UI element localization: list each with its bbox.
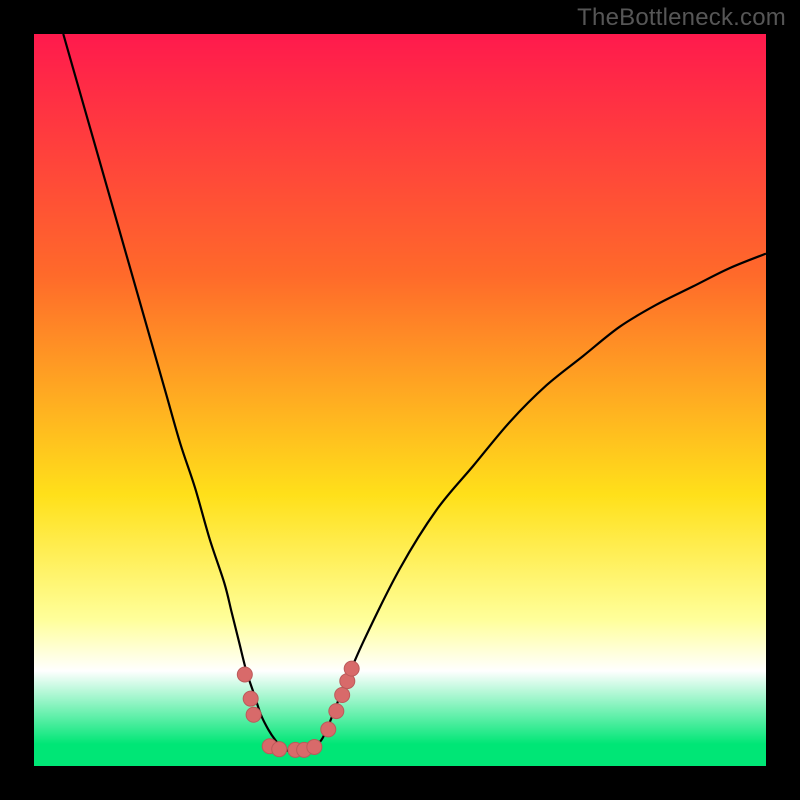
attribution-watermark: TheBottleneck.com xyxy=(577,4,786,32)
bottleneck-chart xyxy=(0,0,800,800)
data-marker xyxy=(307,739,322,754)
data-marker xyxy=(272,742,287,757)
data-marker xyxy=(243,691,258,706)
data-marker xyxy=(246,707,261,722)
chart-container: { "attribution": "TheBottleneck.com", "c… xyxy=(0,0,800,800)
data-marker xyxy=(329,704,344,719)
data-marker xyxy=(321,722,336,737)
data-marker xyxy=(237,667,252,682)
data-marker xyxy=(335,687,350,702)
data-marker xyxy=(344,661,359,676)
gradient-background xyxy=(34,34,766,766)
